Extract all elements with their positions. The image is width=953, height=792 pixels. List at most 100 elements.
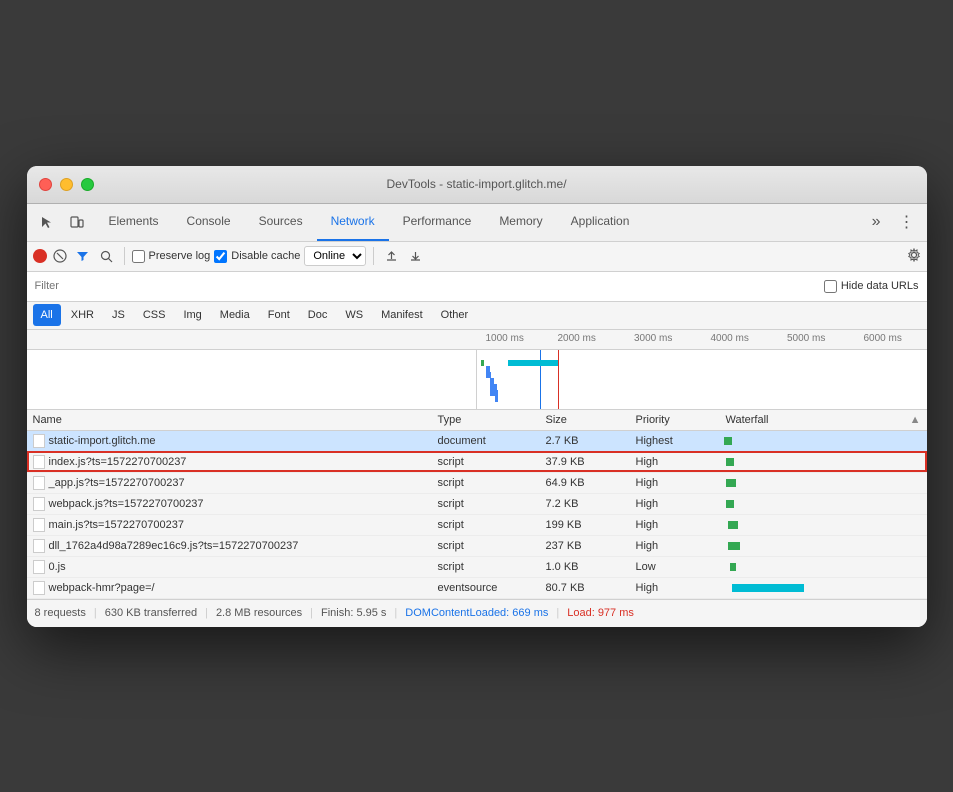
export-icon[interactable] [405, 250, 425, 263]
cell-size-7: 80.7 KB [540, 577, 630, 598]
tab-performance[interactable]: Performance [389, 204, 486, 241]
disable-cache-input[interactable] [214, 250, 227, 263]
type-btn-other[interactable]: Other [433, 304, 477, 326]
cell-size-0: 2.7 KB [540, 430, 630, 451]
status-sep-4: | [394, 607, 397, 619]
hide-data-urls-checkbox[interactable]: Hide data URLs [824, 280, 919, 293]
filter-input[interactable] [35, 280, 177, 292]
tab-memory[interactable]: Memory [485, 204, 556, 241]
cell-size-2: 64.9 KB [540, 472, 630, 493]
waterfall-bar-3 [726, 500, 734, 508]
throttle-select[interactable]: Online [304, 246, 366, 266]
cell-waterfall-4 [720, 514, 927, 535]
col-header-priority[interactable]: Priority [630, 410, 720, 431]
close-button[interactable] [39, 178, 52, 191]
type-btn-font[interactable]: Font [260, 304, 298, 326]
window-controls [39, 178, 94, 191]
cell-size-5: 237 KB [540, 535, 630, 556]
preserve-log-input[interactable] [132, 250, 145, 263]
tab-elements[interactable]: Elements [95, 204, 173, 241]
preserve-log-checkbox[interactable]: Preserve log [132, 250, 211, 263]
load-stat: Load: 977 ms [567, 607, 634, 619]
cell-priority-0: Highest [630, 430, 720, 451]
table-row[interactable]: index.js?ts=1572270700237script37.9 KBHi… [27, 451, 927, 472]
cell-name-0: static-import.glitch.me [27, 430, 432, 451]
type-btn-xhr[interactable]: XHR [63, 304, 102, 326]
file-icon-3 [33, 497, 45, 511]
cell-waterfall-5 [720, 535, 927, 556]
file-icon-5 [33, 539, 45, 553]
timeline-bar-1 [481, 360, 484, 366]
sort-arrow-icon: ▲ [910, 414, 921, 426]
cell-waterfall-2 [720, 472, 927, 493]
cell-name-1: index.js?ts=1572270700237 [27, 451, 432, 472]
type-btn-img[interactable]: Img [175, 304, 209, 326]
file-icon-0 [33, 434, 45, 448]
type-btn-css[interactable]: CSS [135, 304, 174, 326]
timeline-label-2000: 2000 ms [558, 333, 596, 344]
type-btn-ws[interactable]: WS [337, 304, 371, 326]
search-icon[interactable] [97, 250, 117, 263]
dom-content-loaded-line [540, 350, 541, 409]
timeline-label-1000: 1000 ms [486, 333, 524, 344]
cell-priority-5: High [630, 535, 720, 556]
col-header-type[interactable]: Type [432, 410, 540, 431]
col-header-name[interactable]: Name [27, 410, 432, 431]
filter-icon[interactable] [73, 250, 93, 263]
table-header-row: Name Type Size Priority Waterfall ▲ [27, 410, 927, 431]
stop-recording-icon[interactable] [51, 247, 69, 265]
devtools-menu-btn[interactable]: ⋮ [895, 212, 919, 232]
status-sep-3: | [310, 607, 313, 619]
timeline-bar-8 [508, 360, 558, 366]
timeline-spacer [27, 350, 477, 409]
type-btn-all[interactable]: All [33, 304, 61, 326]
table-row[interactable]: _app.js?ts=1572270700237script64.9 KBHig… [27, 472, 927, 493]
tab-application[interactable]: Application [557, 204, 644, 241]
table-row[interactable]: webpack.js?ts=1572270700237script7.2 KBH… [27, 493, 927, 514]
col-header-size[interactable]: Size [540, 410, 630, 431]
timeline-axis: 1000 ms 2000 ms 3000 ms 4000 ms 5000 ms … [477, 330, 927, 349]
tab-console[interactable]: Console [173, 204, 245, 241]
cursor-icon-btn[interactable] [35, 210, 59, 234]
network-table: Name Type Size Priority Waterfall ▲ stat… [27, 410, 927, 599]
request-count: 8 requests [35, 607, 86, 619]
device-icon-btn[interactable] [65, 210, 89, 234]
network-table-container: Name Type Size Priority Waterfall ▲ stat… [27, 410, 927, 599]
cell-name-2: _app.js?ts=1572270700237 [27, 472, 432, 493]
cell-waterfall-6 [720, 556, 927, 577]
devtools-panel: Elements Console Sources Network Perform… [27, 204, 927, 627]
maximize-button[interactable] [81, 178, 94, 191]
col-header-waterfall[interactable]: Waterfall ▲ [720, 410, 927, 431]
table-row[interactable]: main.js?ts=1572270700237script199 KBHigh [27, 514, 927, 535]
timeline-label-4000: 4000 ms [711, 333, 749, 344]
tab-network[interactable]: Network [317, 204, 389, 241]
table-row[interactable]: 0.jsscript1.0 KBLow [27, 556, 927, 577]
timeline-label-6000: 6000 ms [864, 333, 902, 344]
type-btn-js[interactable]: JS [104, 304, 133, 326]
table-row[interactable]: dll_1762a4d98a7289ec16c9.js?ts=157227070… [27, 535, 927, 556]
minimize-button[interactable] [60, 178, 73, 191]
settings-icon[interactable] [907, 248, 921, 265]
cell-type-0: document [432, 430, 540, 451]
import-icon[interactable] [381, 250, 401, 263]
type-btn-doc[interactable]: Doc [300, 304, 336, 326]
file-icon-6 [33, 560, 45, 574]
timeline-waterfall [477, 350, 927, 409]
type-btn-media[interactable]: Media [212, 304, 258, 326]
table-row[interactable]: webpack-hmr?page=/eventsource80.7 KBHigh [27, 577, 927, 598]
cell-size-3: 7.2 KB [540, 493, 630, 514]
type-btn-manifest[interactable]: Manifest [373, 304, 431, 326]
cell-name-6: 0.js [27, 556, 432, 577]
more-tabs-btn[interactable]: » [864, 213, 889, 231]
waterfall-bar-4 [728, 521, 738, 529]
waterfall-bar-5 [728, 542, 740, 550]
toolbar-divider-1 [124, 247, 125, 265]
timeline-chart [27, 350, 927, 410]
record-button[interactable] [33, 249, 47, 263]
hide-data-urls-input[interactable] [824, 280, 837, 293]
disable-cache-checkbox[interactable]: Disable cache [214, 250, 300, 263]
table-row[interactable]: static-import.glitch.medocument2.7 KBHig… [27, 430, 927, 451]
filter-bar: Hide data URLs [27, 272, 927, 302]
resource-size: 2.8 MB resources [216, 607, 302, 619]
tab-sources[interactable]: Sources [245, 204, 317, 241]
